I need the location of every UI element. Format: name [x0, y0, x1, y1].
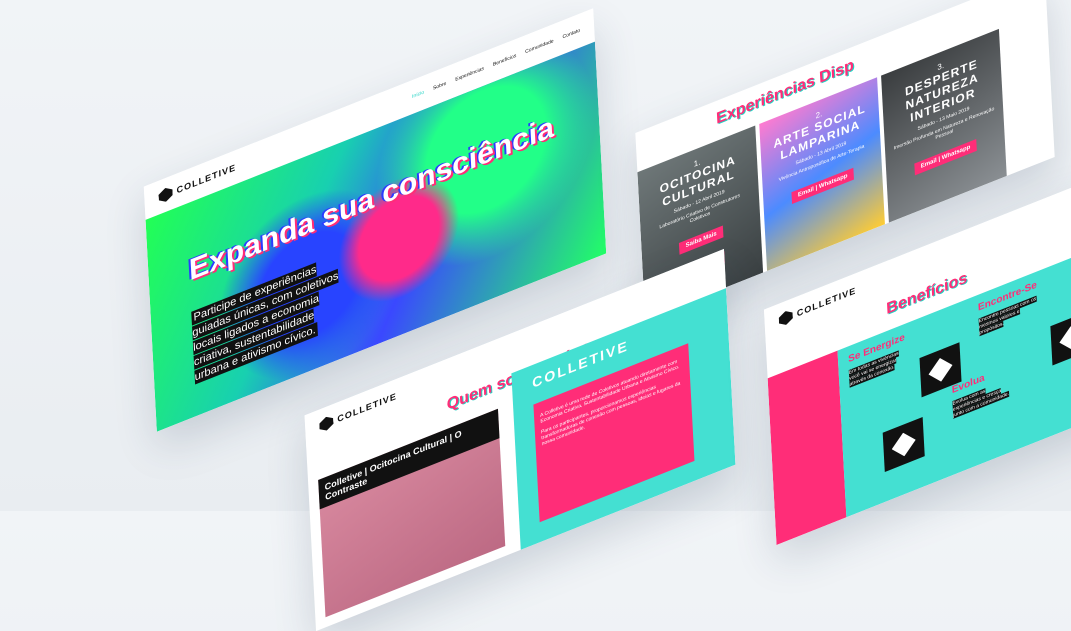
nav-item-inicio[interactable]: Início — [412, 89, 424, 100]
geometric-shape-icon — [882, 416, 925, 473]
beneficios-pink-strip — [767, 350, 847, 546]
nav-item-experiencias[interactable]: Experiências — [455, 66, 484, 83]
hero-title: Expanda sua consciência — [188, 110, 555, 288]
logo-text: COLLETIVE — [337, 390, 398, 425]
nav-item-beneficios[interactable]: Benefícios — [493, 53, 517, 68]
nav-item-comunidade[interactable]: Comunidade — [525, 38, 554, 55]
nav-item-sobre[interactable]: Sobre — [433, 81, 447, 92]
logo-text: COLLETIVE — [796, 285, 857, 319]
logo[interactable]: COLLETIVE — [778, 283, 856, 327]
video-player[interactable]: Colletive | Ocitocina Cultural | O Contr… — [318, 408, 506, 618]
logo-mark-icon — [319, 414, 334, 433]
logo[interactable]: COLLETIVE — [319, 389, 397, 433]
logo-mark-icon — [778, 308, 793, 327]
experience-card[interactable]: 2. ARTE SOCIAL LAMPARINA Sábado - 13 Abr… — [759, 77, 885, 272]
nav-item-contato[interactable]: Contato — [562, 28, 580, 41]
logo-mark-icon — [158, 185, 173, 204]
hero-text-span: Participe de experiências guiadas únicas… — [191, 262, 339, 385]
experience-card[interactable]: 3. DESPERTE NATUREZA INTERIOR Sábado - 1… — [881, 28, 1007, 223]
geometric-shape-icon — [1050, 310, 1071, 366]
